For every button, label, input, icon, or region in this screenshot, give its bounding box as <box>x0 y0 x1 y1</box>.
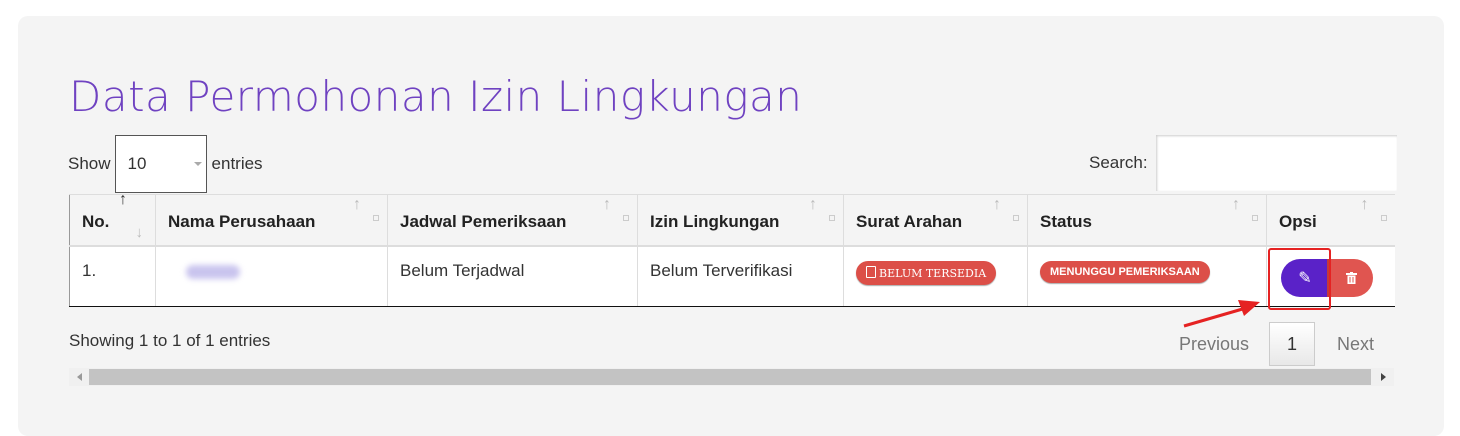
sort-indicator-icon <box>829 215 835 221</box>
cell-company <box>155 245 388 307</box>
letter-badge-label: BELUM TERSEDIA <box>879 266 987 280</box>
pagination-next[interactable]: Next <box>1337 334 1374 355</box>
cell-permit: Belum Terverifikasi <box>637 245 844 307</box>
column-header-label: Status <box>1040 211 1092 231</box>
row-number: 1. <box>82 260 97 280</box>
sort-icon: ↑ <box>353 196 361 213</box>
pagination-previous[interactable]: Previous <box>1179 334 1249 355</box>
show-label: Show <box>68 154 111 173</box>
search-input[interactable] <box>1155 135 1397 191</box>
sort-icon: ↑ <box>603 196 611 213</box>
cell-letter: BELUM TERSEDIA <box>843 245 1028 307</box>
column-header-label: Surat Arahan <box>856 211 963 231</box>
column-header-status[interactable]: Status ↑ <box>1027 194 1267 247</box>
sort-indicator-icon <box>1013 215 1019 221</box>
horizontal-scrollbar[interactable] <box>69 368 1394 386</box>
scroll-left-icon[interactable] <box>77 373 82 381</box>
table-header-row: No. ↑ ↓ Nama Perusahaan ↑ Jadwal Pemerik… <box>69 191 1395 247</box>
status-badge: MENUNGGU PEMERIKSAAN <box>1040 260 1210 283</box>
sort-desc-icon: ↓ <box>135 223 144 241</box>
schedule-text: Belum Terjadwal <box>400 260 525 280</box>
column-header-options[interactable]: Opsi ↑ <box>1266 194 1395 247</box>
column-header-company[interactable]: Nama Perusahaan ↑ <box>155 194 388 247</box>
column-header-permit[interactable]: Izin Lingkungan ↑ <box>637 194 844 247</box>
redacted-company-name <box>186 264 240 279</box>
column-header-label: No. <box>82 211 110 231</box>
column-header-label: Jadwal Pemeriksaan <box>400 211 567 231</box>
sort-icon: ↑ <box>993 196 1001 213</box>
column-header-no[interactable]: No. ↑ ↓ <box>69 191 156 247</box>
entries-select[interactable]: 10 <box>114 135 207 193</box>
sort-indicator-icon <box>1380 215 1387 221</box>
entries-label: entries <box>211 154 263 173</box>
cell-no: 1. <box>69 245 156 307</box>
entries-length-control: Show 10 entries <box>68 135 263 193</box>
trash-icon <box>1346 271 1357 284</box>
pagination-page-1[interactable]: 1 <box>1269 322 1316 366</box>
permit-text: Belum Terverifikasi <box>650 260 793 280</box>
page-title: Data Permohonan Izin Lingkungan <box>69 72 803 121</box>
column-header-label: Nama Perusahaan <box>168 211 316 231</box>
sort-indicator-icon <box>623 215 629 221</box>
table-info: Showing 1 to 1 of 1 entries <box>69 331 271 350</box>
sort-icon: ↑ <box>1232 196 1240 213</box>
cell-schedule: Belum Terjadwal <box>387 245 638 307</box>
letter-status-badge: BELUM TERSEDIA <box>856 260 997 285</box>
entries-select-value: 10 <box>127 154 147 173</box>
search-control: Search: <box>1089 135 1397 191</box>
sort-icon: ↑ <box>809 196 817 213</box>
delete-button[interactable] <box>1327 258 1373 297</box>
sort-indicator-icon <box>373 215 379 221</box>
column-header-label: Opsi <box>1279 211 1317 231</box>
chevron-down-icon <box>193 162 202 166</box>
search-label: Search: <box>1089 153 1148 172</box>
pagination: Previous 1 Next <box>1179 322 1374 366</box>
scroll-right-icon[interactable] <box>1381 373 1386 381</box>
column-header-letter[interactable]: Surat Arahan ↑ <box>843 194 1028 247</box>
sort-asc-icon: ↑ <box>119 191 127 208</box>
data-table: No. ↑ ↓ Nama Perusahaan ↑ Jadwal Pemerik… <box>69 191 1395 307</box>
column-header-label: Izin Lingkungan <box>650 211 780 231</box>
scrollbar-thumb[interactable] <box>89 369 1371 385</box>
sort-indicator-icon <box>1252 215 1258 221</box>
sort-icon: ↑ <box>1360 196 1369 213</box>
column-header-schedule[interactable]: Jadwal Pemeriksaan ↑ <box>387 194 638 247</box>
annotation-highlight-box <box>1268 248 1331 310</box>
pdf-file-icon <box>866 265 876 278</box>
